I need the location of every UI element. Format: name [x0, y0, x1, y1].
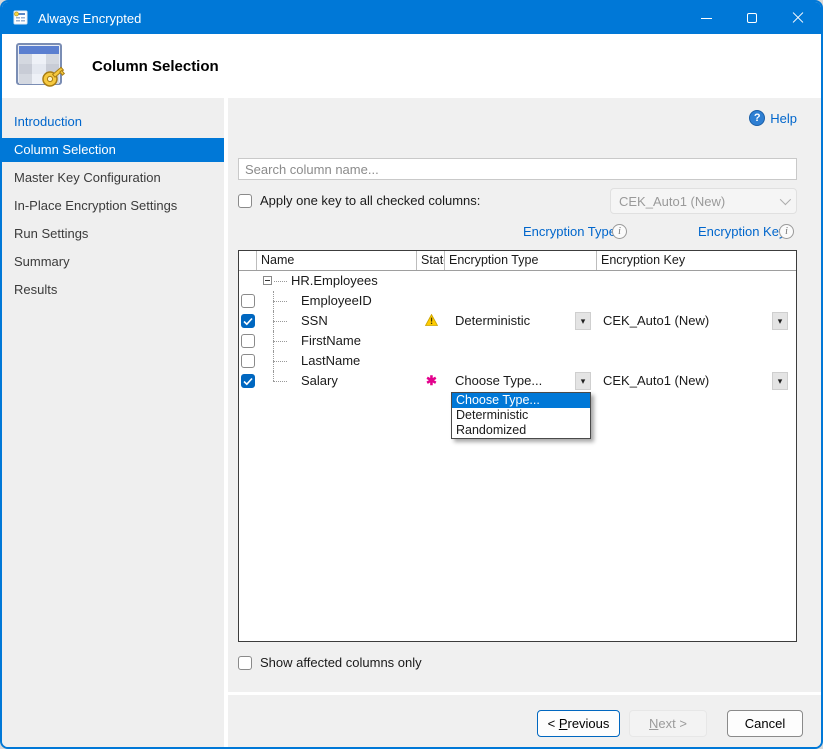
table-row-lastname: LastName	[239, 351, 796, 371]
help-icon: ?	[749, 110, 765, 126]
tree-connector	[273, 361, 287, 362]
dropdown-option-deterministic[interactable]: Deterministic	[452, 408, 590, 423]
help-link[interactable]: ? Help	[749, 110, 797, 126]
sidebar-item-summary[interactable]: Summary	[2, 250, 224, 274]
encryption-type-link[interactable]: Encryption Type	[523, 224, 616, 239]
encryption-key-info-icon[interactable]: i	[779, 224, 794, 239]
ssn-encryption-key-value[interactable]: CEK_Auto1 (New)	[603, 313, 709, 328]
wizard-app-icon	[12, 10, 30, 26]
next-button: Next >	[629, 710, 707, 737]
grid-header-encryption-type: Encryption Type	[445, 251, 597, 270]
ssn-encryption-type-dropdown-button[interactable]	[575, 312, 591, 330]
show-affected-columns-label: Show affected columns only	[260, 655, 422, 670]
employeeid-checkbox[interactable]	[241, 294, 255, 308]
show-affected-columns-checkbox[interactable]	[238, 656, 252, 670]
page-title: Column Selection	[92, 58, 219, 75]
column-name: SSN	[301, 313, 328, 328]
minimize-icon	[701, 18, 712, 19]
cek-combobox-value: CEK_Auto1 (New)	[619, 194, 780, 209]
maximize-icon	[747, 13, 757, 23]
grid-header-state: State	[417, 251, 445, 270]
column-name: Salary	[301, 373, 338, 388]
salary-encryption-key-dropdown-button[interactable]	[772, 372, 788, 390]
columns-grid: Name State Encryption Type Encryption Ke…	[238, 250, 797, 642]
table-row-employeeid: EmployeeID	[239, 291, 796, 311]
wizard-body: Introduction Column Selection Master Key…	[2, 98, 821, 747]
sidebar-item-master-key-configuration[interactable]: Master Key Configuration	[2, 166, 224, 190]
table-row-salary: Salary Choose Type... CEK_Auto1 (New)	[239, 371, 796, 391]
tree-connector	[273, 301, 287, 302]
column-name: EmployeeID	[301, 293, 372, 308]
check-icon	[243, 377, 253, 386]
apply-one-key-checkbox[interactable]	[238, 194, 252, 208]
close-icon	[792, 12, 804, 24]
footer-divider	[228, 692, 821, 695]
close-button[interactable]	[775, 2, 821, 34]
column-name: FirstName	[301, 333, 361, 348]
cek-combobox[interactable]: CEK_Auto1 (New)	[610, 188, 797, 214]
sidebar-item-column-selection[interactable]: Column Selection	[2, 138, 224, 162]
table-row-firstname: FirstName	[239, 331, 796, 351]
column-selection-content: ? Help Apply one key to all checked colu…	[228, 98, 821, 747]
table-key-icon	[14, 41, 66, 91]
salary-encryption-key-value[interactable]: CEK_Auto1 (New)	[603, 373, 709, 388]
encryption-type-dropdown-list: Choose Type... Deterministic Randomized	[451, 392, 591, 439]
tree-connector	[273, 371, 274, 381]
always-encrypted-window: Always Encrypted	[0, 0, 823, 749]
tree-connector	[273, 381, 287, 382]
encryption-type-info-icon[interactable]: i	[612, 224, 627, 239]
help-label: Help	[770, 111, 797, 126]
wizard-steps-sidebar: Introduction Column Selection Master Key…	[2, 98, 224, 747]
grid-header-encryption-key: Encryption Key	[597, 251, 796, 270]
sidebar-item-in-place-encryption-settings[interactable]: In-Place Encryption Settings	[2, 194, 224, 218]
ssn-encryption-type-value[interactable]: Deterministic	[455, 313, 530, 328]
required-asterisk-icon	[426, 373, 437, 389]
window-controls	[683, 2, 821, 34]
salary-checkbox[interactable]	[241, 374, 255, 388]
column-name: LastName	[301, 353, 360, 368]
salary-encryption-type-dropdown-button[interactable]	[575, 372, 591, 390]
cancel-button[interactable]: Cancel	[727, 710, 803, 737]
tree-connector	[273, 321, 287, 322]
titlebar: Always Encrypted	[2, 2, 821, 34]
ssn-encryption-key-dropdown-button[interactable]	[772, 312, 788, 330]
apply-one-key-label: Apply one key to all checked columns:	[260, 193, 480, 208]
lastname-checkbox[interactable]	[241, 354, 255, 368]
table-group-name: HR.Employees	[291, 273, 378, 288]
grid-header: Name State Encryption Type Encryption Ke…	[239, 251, 796, 271]
grid-header-checkbox-column	[239, 251, 257, 270]
ssn-checkbox[interactable]	[241, 314, 255, 328]
table-row-hr-employees: HR.Employees	[239, 271, 796, 291]
search-input[interactable]	[238, 158, 797, 180]
page-header: Column Selection	[2, 34, 821, 98]
chevron-down-icon	[780, 194, 791, 205]
sidebar-item-results[interactable]: Results	[2, 278, 224, 302]
tree-connector	[273, 341, 287, 342]
tree-connector	[274, 281, 287, 282]
warning-icon	[425, 314, 438, 329]
salary-encryption-type-value[interactable]: Choose Type...	[455, 373, 542, 388]
dropdown-option-choose-type[interactable]: Choose Type...	[452, 393, 590, 408]
maximize-button[interactable]	[729, 2, 775, 34]
window-title: Always Encrypted	[38, 11, 683, 26]
encryption-key-link[interactable]: Encryption Key	[698, 224, 785, 239]
firstname-checkbox[interactable]	[241, 334, 255, 348]
dropdown-option-randomized[interactable]: Randomized	[452, 423, 590, 438]
sidebar-item-run-settings[interactable]: Run Settings	[2, 222, 224, 246]
grid-header-name: Name	[257, 251, 417, 270]
previous-button[interactable]: < Previous	[537, 710, 620, 737]
sidebar-item-introduction[interactable]: Introduction	[2, 110, 224, 134]
check-icon	[243, 317, 253, 326]
table-row-ssn: SSN Deterministic CEK_Auto1 (New)	[239, 311, 796, 331]
collapse-expander-icon[interactable]	[263, 276, 272, 285]
minimize-button[interactable]	[683, 2, 729, 34]
